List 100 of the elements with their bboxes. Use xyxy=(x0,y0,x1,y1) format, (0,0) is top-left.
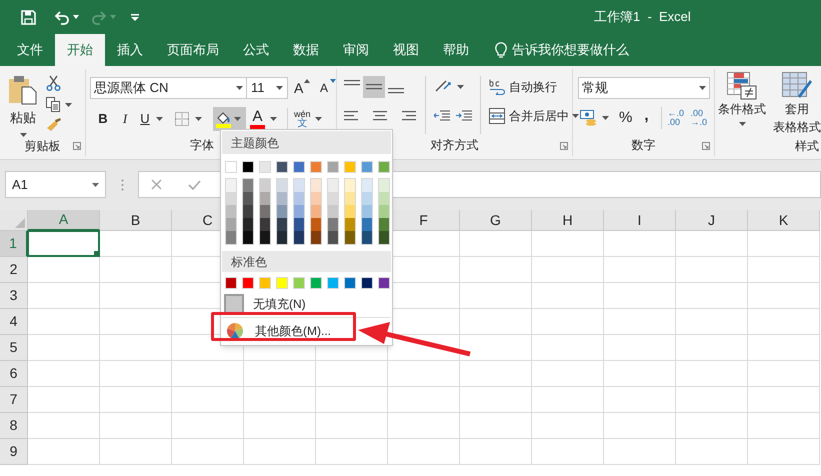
row-header[interactable]: 1 xyxy=(0,231,28,257)
color-swatch[interactable] xyxy=(310,277,322,289)
color-swatch[interactable] xyxy=(328,205,338,218)
color-swatch[interactable] xyxy=(294,179,304,192)
color-swatch[interactable] xyxy=(311,231,321,244)
color-swatch[interactable] xyxy=(260,192,270,205)
color-swatch[interactable] xyxy=(226,231,236,244)
row-header[interactable]: 7 xyxy=(0,387,28,413)
color-swatch[interactable] xyxy=(294,192,304,205)
color-swatch[interactable] xyxy=(243,205,253,218)
caret-icon[interactable] xyxy=(270,117,277,121)
column-header[interactable]: A xyxy=(28,210,100,231)
enter-icon[interactable] xyxy=(188,180,201,190)
caret-icon[interactable] xyxy=(236,86,243,90)
color-swatch[interactable] xyxy=(311,205,321,218)
caret-icon[interactable] xyxy=(234,117,241,121)
ribbon-tab[interactable]: 公式 xyxy=(231,34,281,66)
color-swatch[interactable] xyxy=(243,231,253,244)
percent-button[interactable]: % xyxy=(619,106,632,130)
customize-icon[interactable] xyxy=(131,14,139,20)
caret-icon[interactable] xyxy=(195,117,202,121)
ribbon-tab[interactable]: 审阅 xyxy=(331,34,381,66)
middle-align-button[interactable] xyxy=(363,76,385,98)
color-swatch[interactable] xyxy=(310,161,322,173)
color-swatch[interactable] xyxy=(327,277,339,289)
scissors-icon[interactable] xyxy=(46,75,61,91)
caret-icon[interactable] xyxy=(73,15,79,19)
color-swatch[interactable] xyxy=(226,205,236,218)
color-swatch[interactable] xyxy=(344,277,356,289)
color-swatch[interactable] xyxy=(378,277,390,289)
color-swatch[interactable] xyxy=(345,218,355,231)
row-header[interactable]: 3 xyxy=(0,283,28,309)
decrease-decimal-button[interactable]: .00 →.0 xyxy=(690,109,708,127)
color-swatch[interactable] xyxy=(243,192,253,205)
color-swatch[interactable] xyxy=(277,231,287,244)
name-box[interactable]: A1 xyxy=(5,171,106,198)
menu-item[interactable]: 其他颜色(M)... xyxy=(221,318,392,343)
color-swatch[interactable] xyxy=(243,218,253,231)
dialog-launcher-icon[interactable] xyxy=(560,142,568,150)
color-swatch[interactable] xyxy=(362,231,372,244)
paste-button[interactable]: 粘贴 xyxy=(0,69,46,136)
dialog-launcher-icon[interactable] xyxy=(702,142,710,150)
row-header[interactable]: 2 xyxy=(0,257,28,283)
color-swatch[interactable] xyxy=(361,277,373,289)
caret-icon[interactable] xyxy=(314,117,322,121)
dialog-launcher-icon[interactable] xyxy=(73,142,81,150)
color-swatch[interactable] xyxy=(328,192,338,205)
color-swatch[interactable] xyxy=(260,231,270,244)
column-header[interactable]: J xyxy=(676,210,748,231)
italic-button[interactable]: I xyxy=(117,109,133,129)
color-swatch[interactable] xyxy=(259,277,271,289)
undo-icon[interactable] xyxy=(54,10,70,24)
caret-icon[interactable] xyxy=(738,122,746,126)
caret-icon[interactable] xyxy=(65,102,72,106)
decrease-indent-icon[interactable] xyxy=(434,110,450,122)
color-swatch[interactable] xyxy=(327,161,339,173)
ribbon-tab[interactable]: 页面布局 xyxy=(155,34,231,66)
color-swatch[interactable] xyxy=(379,231,389,244)
merge-center-button[interactable]: 合并后居中 xyxy=(489,107,569,125)
color-swatch[interactable] xyxy=(242,161,254,173)
row-header[interactable]: 6 xyxy=(0,361,28,387)
color-swatch[interactable] xyxy=(379,179,389,192)
row-header[interactable]: 8 xyxy=(0,413,28,439)
color-swatch[interactable] xyxy=(328,218,338,231)
color-swatch[interactable] xyxy=(311,192,321,205)
caret-icon[interactable] xyxy=(92,182,99,186)
column-header[interactable]: B xyxy=(100,210,172,231)
drag-handle-icon[interactable] xyxy=(121,179,124,191)
cancel-icon[interactable] xyxy=(151,179,162,190)
fill-color-button[interactable] xyxy=(213,107,246,131)
ribbon-tab[interactable]: 帮助 xyxy=(431,34,481,66)
currency-icon[interactable] xyxy=(580,110,598,126)
color-swatch[interactable] xyxy=(277,192,287,205)
color-swatch[interactable] xyxy=(277,205,287,218)
number-format-field[interactable]: 常规 xyxy=(578,77,710,99)
color-swatch[interactable] xyxy=(260,205,270,218)
color-swatch[interactable] xyxy=(362,205,372,218)
menu-item[interactable]: 无填充(N) xyxy=(221,292,392,315)
ribbon-tab[interactable]: 插入 xyxy=(105,34,155,66)
color-swatch[interactable] xyxy=(276,277,288,289)
caret-icon[interactable] xyxy=(572,114,579,118)
save-icon[interactable] xyxy=(21,10,36,24)
column-header[interactable]: K xyxy=(748,210,820,231)
color-swatch[interactable] xyxy=(293,277,305,289)
caret-icon[interactable] xyxy=(602,116,609,120)
paintbrush-icon[interactable] xyxy=(46,118,62,132)
color-swatch[interactable] xyxy=(243,179,253,192)
font-color-button[interactable]: A xyxy=(252,109,262,124)
column-header[interactable]: I xyxy=(604,210,676,231)
color-swatch[interactable] xyxy=(344,161,356,173)
select-all-icon[interactable] xyxy=(15,218,25,228)
font-name-field[interactable]: 思源黑体 CN xyxy=(90,77,247,99)
color-swatch[interactable] xyxy=(294,231,304,244)
color-swatch[interactable] xyxy=(277,218,287,231)
row-header[interactable]: 4 xyxy=(0,309,28,335)
color-swatch[interactable] xyxy=(293,161,305,173)
color-swatch[interactable] xyxy=(226,179,236,192)
color-swatch[interactable] xyxy=(378,161,390,173)
color-swatch[interactable] xyxy=(379,205,389,218)
color-swatch[interactable] xyxy=(311,179,321,192)
